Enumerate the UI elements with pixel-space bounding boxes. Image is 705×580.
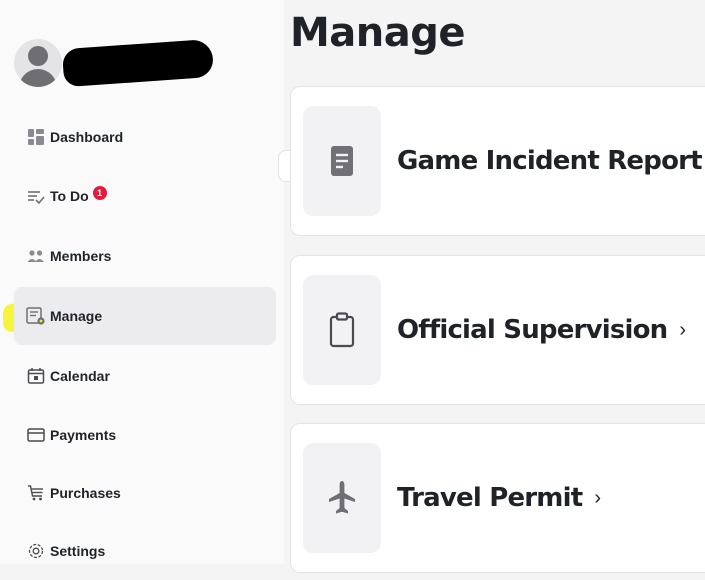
- clipboard-icon: [303, 275, 381, 385]
- sidebar-item-label: Members: [50, 248, 112, 264]
- sidebar-item-payments[interactable]: Payments: [14, 406, 276, 464]
- redacted-username: [61, 38, 215, 88]
- sidebar-item-purchases[interactable]: Purchases: [14, 464, 276, 522]
- avatar-body: [19, 69, 57, 87]
- sidebar-item-label: Purchases: [50, 485, 121, 501]
- sidebar-item-label: Settings: [50, 543, 106, 559]
- todo-icon: [26, 186, 46, 206]
- manage-icon: [26, 306, 46, 326]
- calendar-icon: [26, 366, 46, 386]
- airplane-icon: [303, 443, 381, 553]
- settings-icon: [26, 541, 46, 561]
- card-label: Official Supervision: [397, 315, 668, 345]
- card-label: Game Incident Report: [397, 146, 703, 176]
- chevron-right-icon: ›: [594, 486, 602, 509]
- sidebar: Dashboard To Do 1 Members Manage Calenda…: [0, 0, 284, 564]
- sidebar-item-label: Dashboard: [50, 129, 124, 145]
- sidebar-item-manage[interactable]: Manage: [14, 287, 276, 345]
- card-official-supervision[interactable]: Official Supervision ›: [290, 255, 705, 405]
- sidebar-item-settings[interactable]: Settings: [14, 522, 276, 580]
- sidebar-item-dashboard[interactable]: Dashboard: [14, 108, 276, 166]
- document-icon: [303, 106, 381, 216]
- members-icon: [26, 246, 46, 266]
- chevron-right-icon: ›: [679, 318, 687, 341]
- card-label: Travel Permit: [397, 483, 583, 513]
- sidebar-item-label: Calendar: [50, 368, 110, 384]
- notification-badge: 1: [92, 186, 107, 200]
- sidebar-item-members[interactable]: Members: [14, 227, 276, 285]
- sidebar-item-label: Payments: [50, 427, 117, 443]
- manage-item-content: Manage: [14, 306, 102, 326]
- avatar-head: [28, 46, 48, 66]
- payments-icon: [26, 425, 46, 445]
- dashboard-icon: [26, 127, 46, 147]
- cart-icon: [26, 483, 46, 503]
- sidebar-item-calendar[interactable]: Calendar: [14, 347, 276, 405]
- card-travel-permit[interactable]: Travel Permit ›: [290, 423, 705, 573]
- sidebar-item-todo[interactable]: To Do 1: [14, 167, 276, 225]
- main-content: Manage Game Incident Report › Official S…: [284, 0, 705, 573]
- avatar[interactable]: [14, 39, 62, 87]
- card-game-incident-report[interactable]: Game Incident Report ›: [290, 86, 705, 236]
- sidebar-item-label: Manage: [50, 308, 103, 324]
- sidebar-item-label: To Do: [50, 188, 89, 204]
- page-title: Manage: [290, 10, 466, 56]
